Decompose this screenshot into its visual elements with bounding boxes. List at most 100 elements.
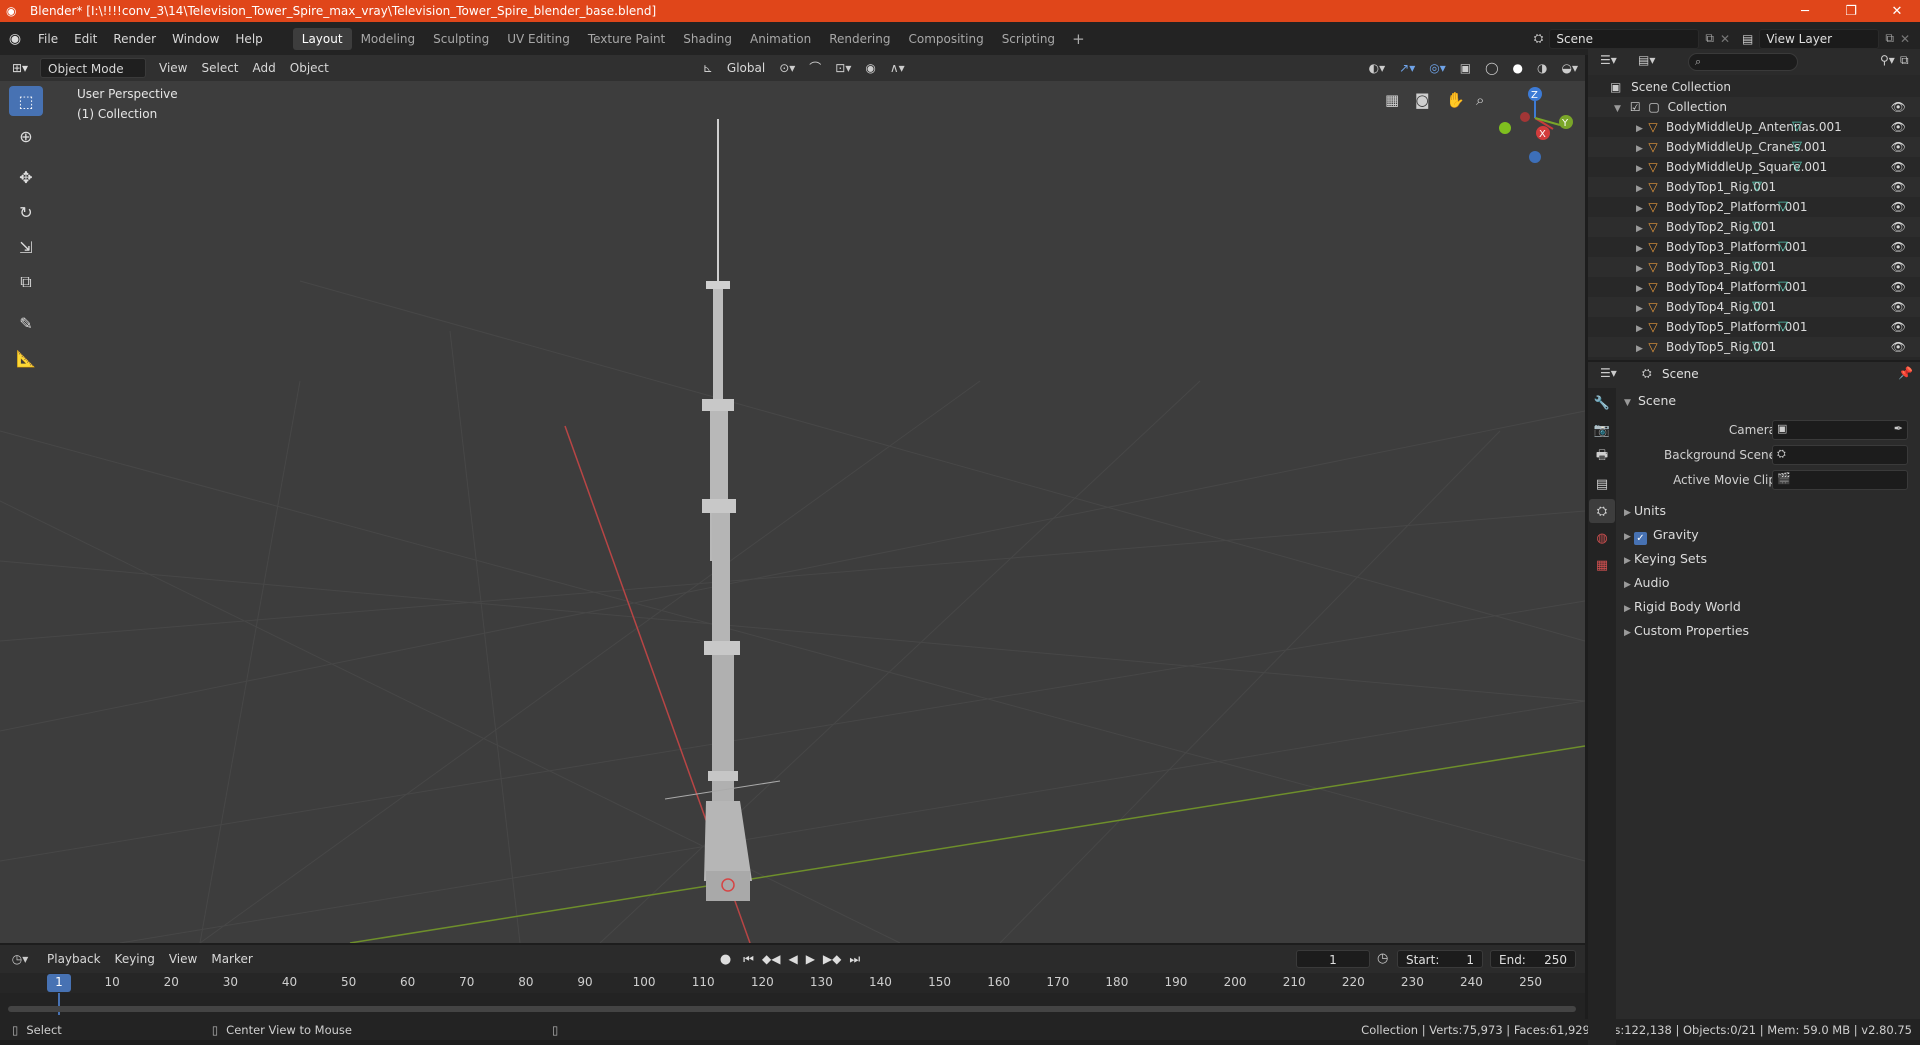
expand-object-icon[interactable]: ▶ (1636, 199, 1646, 219)
jump-start-icon[interactable]: ⏮ (743, 952, 754, 967)
tab-animation[interactable]: Animation (741, 28, 820, 50)
outliner-object-row[interactable]: ▶ ▽ BodyTop4_Platform.001 ▽ 👁 (1588, 277, 1920, 297)
snap-icon[interactable]: ⌒ (802, 58, 828, 78)
start-frame-field[interactable]: Start: 1 (1397, 950, 1483, 968)
outliner-object-row[interactable]: ▶ ▽ BodyTop3_Rig.001 ▽ 👁 (1588, 257, 1920, 277)
proportional-edit-icon[interactable]: ◉ (858, 58, 882, 78)
select-box-tool-icon[interactable]: ⬚ (9, 86, 43, 116)
3d-viewport[interactable]: Z X Y ▦ ◙ ✋ ⌕ (0, 81, 1585, 943)
output-tab-icon[interactable]: 🖶 (1589, 445, 1615, 469)
auto-keying-clock-icon[interactable]: ◷ (1377, 951, 1388, 966)
timeline-scrollbar[interactable] (8, 1006, 1576, 1012)
new-collection-icon[interactable]: ⧉ (1900, 53, 1909, 68)
visibility-eye-icon[interactable]: 👁 (1891, 157, 1906, 177)
visibility-eye-icon[interactable]: 👁 (1891, 297, 1906, 317)
blender-menu-icon[interactable]: ◉ (0, 31, 30, 47)
audio-panel-header[interactable]: ▶ Audio (1624, 572, 1670, 594)
marker-menu[interactable]: Marker (204, 949, 259, 969)
rigid-body-world-panel-header[interactable]: ▶ Rigid Body World (1624, 596, 1741, 618)
expand-object-icon[interactable]: ▶ (1636, 279, 1646, 299)
visibility-eye-icon[interactable]: 👁 (1891, 197, 1906, 217)
expand-object-icon[interactable]: ▶ (1636, 159, 1646, 179)
tab-texture-paint[interactable]: Texture Paint (579, 28, 674, 50)
maximize-button[interactable]: ❐ (1828, 0, 1874, 22)
transform-orientation-selector[interactable]: Global (720, 58, 772, 78)
new-view-layer-icon[interactable]: ⧉ (1885, 31, 1894, 46)
falloff-icon[interactable]: ∧▾ (883, 58, 912, 78)
expand-collection-icon[interactable]: ▼ (1614, 99, 1624, 119)
menu-render[interactable]: Render (105, 28, 164, 50)
play-icon[interactable]: ▶ (806, 952, 815, 966)
solid-shading-icon[interactable]: ● (1506, 58, 1530, 78)
measure-tool-icon[interactable]: 📐 (9, 343, 43, 373)
outliner-object-row[interactable]: ▶ ▽ BodyTop2_Rig.001 ▽ 👁 (1588, 217, 1920, 237)
minimize-button[interactable]: ─ (1782, 0, 1828, 22)
tool-tab-icon[interactable]: 🔧 (1589, 391, 1615, 415)
pivot-point-icon[interactable]: ⊙▾ (772, 58, 802, 78)
new-scene-icon[interactable]: ⧉ (1705, 31, 1714, 46)
menu-file[interactable]: File (30, 28, 66, 50)
scene-browse-icon[interactable]: ⛭ (1534, 31, 1544, 46)
cursor-tool-icon[interactable]: ⊕ (9, 121, 43, 151)
delete-view-layer-icon[interactable]: ✕ (1900, 32, 1910, 46)
view-layer-tab-icon[interactable]: ▤ (1589, 472, 1615, 496)
outliner-row-scene-collection[interactable]: ▣ Scene Collection (1588, 77, 1920, 97)
visibility-eye-icon[interactable]: 👁 (1891, 117, 1906, 137)
add-workspace-icon[interactable]: + (1064, 30, 1093, 48)
expand-object-icon[interactable]: ▶ (1636, 319, 1646, 339)
visibility-eye-icon[interactable]: 👁 (1891, 97, 1906, 117)
editor-type-icon[interactable]: ⊞▾ (0, 61, 40, 75)
outliner-editor-type-icon[interactable]: ☰▾ (1600, 53, 1617, 67)
transform-tool-icon[interactable]: ⧉ (9, 267, 43, 297)
properties-editor-type-icon[interactable]: ☰▾ (1600, 366, 1617, 380)
active-movie-clip-field[interactable]: 🎬 (1772, 470, 1908, 490)
outliner-object-row[interactable]: ▶ ▽ BodyTop5_Rig.001 ▽ 👁 (1588, 337, 1920, 357)
timeline-view-menu[interactable]: View (162, 949, 204, 969)
view-layer-browse-icon[interactable]: ▤ (1742, 32, 1753, 46)
visibility-eye-icon[interactable]: 👁 (1891, 217, 1906, 237)
filter-icon[interactable]: ⚲▾ (1880, 53, 1895, 67)
view-layer-selector[interactable]: View Layer (1759, 28, 1880, 49)
tab-compositing[interactable]: Compositing (899, 28, 992, 50)
timeline-ruler[interactable]: 1 10 20 30 40 50 60 70 80 90 100 110 120 130 140 150 160… (0, 973, 1585, 993)
keying-menu[interactable]: Keying (108, 949, 162, 969)
overlays-icon[interactable]: ◎▾ (1422, 58, 1453, 78)
tab-shading[interactable]: Shading (674, 28, 741, 50)
visibility-eye-icon[interactable]: 👁 (1891, 177, 1906, 197)
expand-object-icon[interactable]: ▶ (1636, 339, 1646, 359)
outliner-row-collection[interactable]: ▼ ☑ ▢ Collection 👁 (1588, 97, 1920, 117)
current-frame-field[interactable]: 1 (1296, 950, 1370, 968)
timeline-editor-type-icon[interactable]: ◷▾ (0, 952, 40, 966)
gizmo-icon[interactable]: ↗▾ (1392, 58, 1422, 78)
jump-end-icon[interactable]: ⏭ (849, 952, 860, 967)
viewport-canvas[interactable]: Z X Y ▦ ◙ ✋ ⌕ (0, 81, 1585, 943)
world-tab-icon[interactable]: ◍ (1589, 526, 1615, 550)
units-panel-header[interactable]: ▶ Units (1624, 500, 1666, 522)
camera-field[interactable]: ▣ ✒ (1772, 420, 1908, 440)
outliner-object-row[interactable]: ▶ ▽ BodyMiddleUp_Cranes.001 ▽ 👁 (1588, 137, 1920, 157)
visibility-eye-icon[interactable]: 👁 (1891, 237, 1906, 257)
play-reverse-icon[interactable]: ◀ (788, 952, 797, 966)
delete-scene-icon[interactable]: ✕ (1720, 32, 1730, 46)
expand-object-icon[interactable]: ▶ (1636, 239, 1646, 259)
menu-add[interactable]: Add (246, 58, 283, 78)
visibility-eye-icon[interactable]: 👁 (1891, 277, 1906, 297)
tab-rendering[interactable]: Rendering (820, 28, 899, 50)
menu-edit[interactable]: Edit (66, 28, 105, 50)
menu-view[interactable]: View (152, 58, 194, 78)
menu-select[interactable]: Select (194, 58, 245, 78)
outliner-object-row[interactable]: ▶ ▽ BodyTop2_Platform.001 ▽ 👁 (1588, 197, 1920, 217)
visibility-eye-icon[interactable]: 👁 (1891, 137, 1906, 157)
scene-selector[interactable]: Scene (1549, 28, 1700, 49)
rotate-tool-icon[interactable]: ↻ (9, 197, 43, 227)
visibility-eye-icon[interactable]: 👁 (1891, 317, 1906, 337)
close-button[interactable]: ✕ (1874, 0, 1920, 22)
tab-scripting[interactable]: Scripting (993, 28, 1064, 50)
menu-help[interactable]: Help (227, 28, 270, 50)
outliner-object-row[interactable]: ▶ ▽ BodyTop5_Platform.001 ▽ 👁 (1588, 317, 1920, 337)
pin-icon[interactable]: 📌 (1898, 366, 1913, 380)
background-scene-field[interactable]: ⛭ (1772, 445, 1908, 465)
menu-object[interactable]: Object (283, 58, 336, 78)
scale-tool-icon[interactable]: ⇲ (9, 232, 43, 262)
material-shading-icon[interactable]: ◑ (1530, 58, 1554, 78)
